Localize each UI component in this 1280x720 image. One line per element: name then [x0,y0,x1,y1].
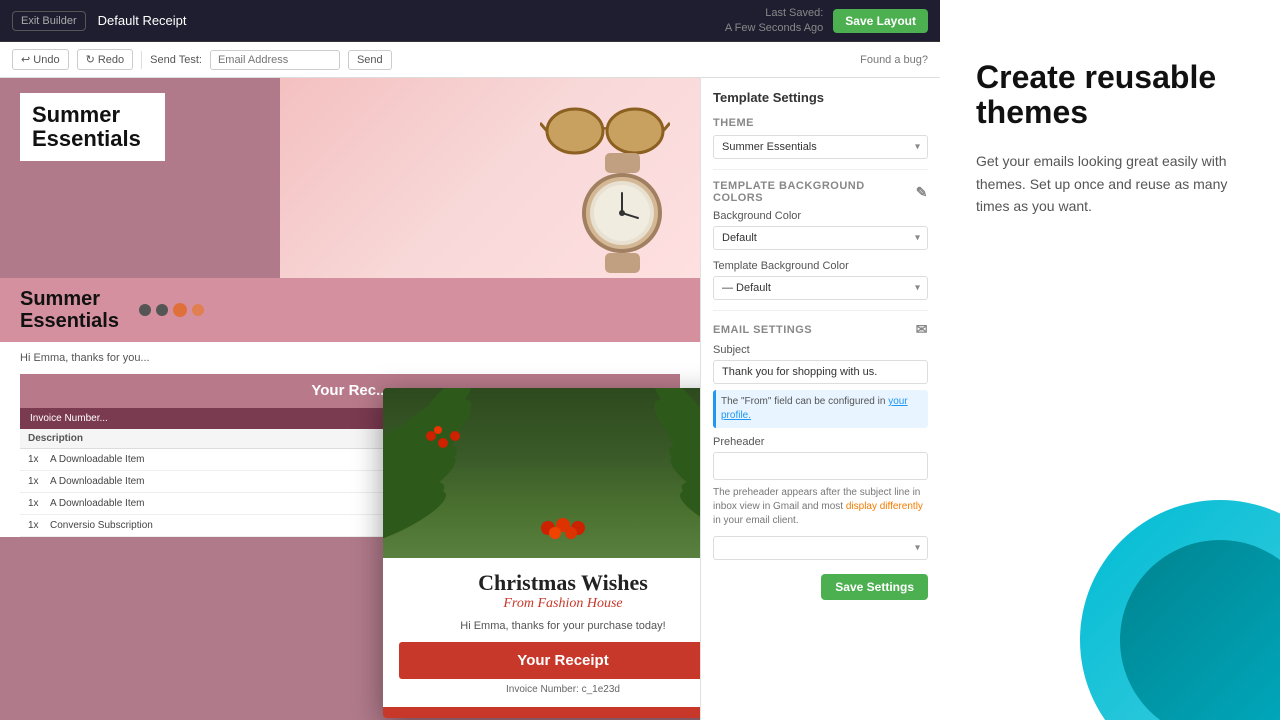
last-saved-text: Last Saved: A Few Seconds Ago [725,6,823,35]
qty-1: 1x [28,454,50,465]
christmas-content: Christmas Wishes From Fashion House Hi E… [383,558,700,707]
send-test-label: Send Test: [150,54,202,66]
dot-2[interactable] [156,304,168,316]
dot-3[interactable] [173,303,187,317]
settings-panel-title: Template Settings [713,90,928,105]
subject-input[interactable] [713,360,928,384]
pine-left-icon [383,388,543,558]
email-settings-icon: ✉ [916,321,928,338]
save-layout-button[interactable]: Save Layout [833,9,928,33]
save-settings-button[interactable]: Save Settings [821,574,928,600]
main-content: Summer Essentials [0,78,940,720]
summer-text2: Summer Essentials [20,288,119,332]
email-settings-label: Email Settings ✉ [713,321,928,338]
marketing-title: Create reusable themes [976,60,1244,130]
theme-select[interactable]: Summer Essentials [713,135,928,159]
top-bar: Exit Builder Default Receipt Last Saved:… [0,0,940,42]
berries-cluster [533,513,593,543]
bg-color-select[interactable]: Default [713,226,928,250]
summer-section2: Summer Essentials [0,278,700,342]
dot-4[interactable] [192,304,204,316]
template-bg-select[interactable]: — Default [713,276,928,300]
undo-button[interactable]: ↩ Undo [12,49,69,70]
from-field-info: The "From" field can be configured in yo… [713,390,928,428]
bg-colors-label: Template Background Colors ✎ [713,180,928,204]
greeting-text: Hi Emma, thanks for you... [20,352,680,364]
dot-1[interactable] [139,304,151,316]
marketing-content: Create reusable themes Get your emails l… [940,0,1280,258]
toolbar: ↩ Undo ↻ Redo Send Test: Send Found a bu… [0,42,940,78]
pine-right-icon [583,388,700,558]
christmas-title: Christmas Wishes [399,570,700,596]
redo-button[interactable]: ↻ Redo [77,49,134,70]
qty-3: 1x [28,498,50,509]
exit-builder-button[interactable]: Exit Builder [12,11,86,31]
receipt-title: Your Rec... [311,382,388,399]
subject-label: Subject [713,344,928,356]
page-title: Default Receipt [98,13,187,28]
summer-card-title: Summer Essentials [32,103,153,151]
help-text: The preheader appears after the subject … [713,486,928,528]
hero-section: Summer Essentials [0,78,700,278]
send-button[interactable]: Send [348,50,392,70]
summer-card: Summer Essentials [20,93,165,161]
send-test-input[interactable] [210,50,340,70]
christmas-greeting: Hi Emma, thanks for your purchase today! [399,620,700,632]
display-differently-link[interactable]: display differently [846,501,923,512]
teal-inner-circle [1120,540,1280,720]
christmas-receipt-button[interactable]: Your Receipt [399,642,700,679]
marketing-panel: Create reusable themes Get your emails l… [940,0,1280,720]
email-preview: Summer Essentials [0,78,700,720]
template-bg-wrapper: — Default [713,276,928,300]
top-bar-right: Last Saved: A Few Seconds Ago Save Layou… [725,6,928,35]
christmas-image [383,388,700,558]
theme-label: Theme [713,117,928,129]
bg-color-wrapper: Default [713,226,928,250]
found-bug-link[interactable]: Found a bug? [860,54,928,66]
toolbar-divider [141,51,142,69]
builder-panel: Exit Builder Default Receipt Last Saved:… [0,0,940,720]
template-bg-label: Template Background Color [713,260,928,272]
christmas-popup: Christmas Wishes From Fashion House Hi E… [383,388,700,718]
marketing-description: Get your emails looking great easily wit… [976,150,1244,217]
qty-2: 1x [28,476,50,487]
christmas-subtitle: From Fashion House [399,596,700,612]
qty-4: 1x [28,520,50,531]
divider-2 [713,310,928,311]
bg-color-label: Background Color [713,210,928,222]
theme-select-wrapper: Summer Essentials [713,135,928,159]
divider-1 [713,169,928,170]
settings-panel: Template Settings Theme Summer Essential… [700,78,940,720]
christmas-invoice: Invoice Number: c_1e23d [399,684,700,695]
extra-select-wrapper [713,536,928,560]
hero-image [280,78,700,278]
berries-icon [533,513,593,543]
carousel-dots [139,303,204,317]
preheader-input[interactable] [713,452,928,480]
preheader-label: Preheader [713,436,928,448]
watch-icon [550,143,700,278]
teal-decoration [1080,500,1280,720]
extra-select[interactable] [713,536,928,560]
edit-bg-icon[interactable]: ✎ [916,184,928,201]
